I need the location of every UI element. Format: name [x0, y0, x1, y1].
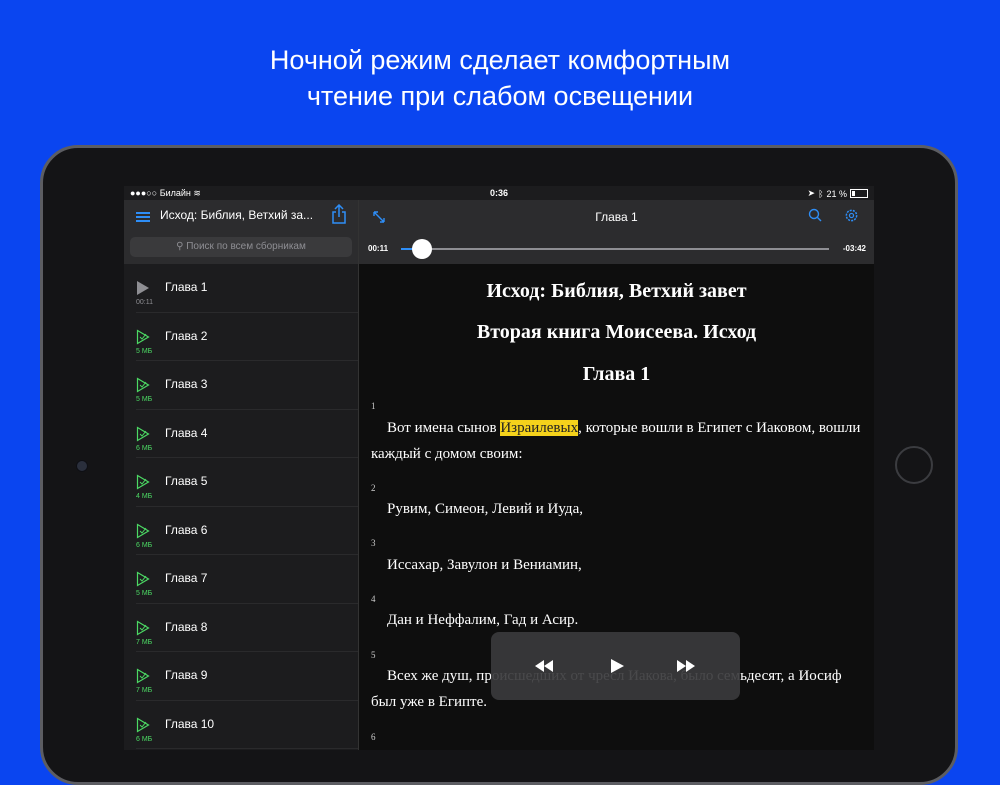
chapter-list: 00:11 Глава 1 5 МБ Глава 2 5 МБ Глава 3 6 МБ Гл… — [124, 264, 358, 749]
play-icon[interactable] — [136, 280, 150, 296]
chapter-meta: 7 МБ — [136, 638, 153, 646]
search-field[interactable]: ⚲ Поиск по всем сборникам — [130, 237, 352, 257]
downloaded-play-icon[interactable] — [136, 474, 150, 490]
clock: 0:36 — [489, 188, 508, 198]
chapter-item[interactable]: 6 МБ Глава 10 — [136, 701, 358, 749]
progress-track[interactable] — [401, 248, 829, 250]
verse-number: 5 — [371, 650, 376, 660]
sidebar-header: Исход: Библия, Ветхий за... ⚲ Поиск по в… — [124, 200, 358, 264]
verse-text: Вот имена сынов Израилевых, которые вошл… — [371, 420, 861, 462]
home-button[interactable] — [895, 446, 933, 484]
book-subheading: Вторая книга Моисеева. Исход — [476, 321, 757, 343]
chapter-label: Глава 6 — [165, 522, 208, 537]
headline-line-1: Ночной режим сделает комфортным — [269, 45, 731, 75]
chapter-item[interactable]: 6 МБ Глава 4 — [136, 410, 358, 458]
chapter-meta: 4 МБ — [136, 493, 153, 500]
chapter-label: Глава 5 — [165, 474, 208, 488]
battery-label: 21 % — [826, 188, 847, 199]
chapter-label: Глава 4 — [165, 425, 208, 440]
verse-text: Рувим, Симеон, Левий и Иуда, — [387, 501, 583, 517]
battery-icon — [850, 189, 868, 198]
chapter-label: Глава 3 — [165, 377, 208, 391]
verse-number: 1 — [371, 401, 376, 411]
remaining-time: -03:42 — [842, 244, 866, 253]
chapter-meta: 00:11 — [136, 299, 153, 306]
chapter-meta: 5 МБ — [136, 590, 153, 597]
chapter-label: Глава 7 — [165, 571, 208, 585]
search-placeholder: Поиск по всем сборникам — [186, 241, 306, 252]
chapter-meta: 6 МБ — [136, 444, 153, 452]
progress-thumb[interactable] — [412, 239, 433, 259]
downloaded-play-icon[interactable] — [136, 619, 150, 636]
chapter-item[interactable]: 5 МБ Глава 3 — [136, 361, 358, 410]
sidebar: Исход: Библия, Ветхий за... ⚲ Поиск по в… — [124, 200, 359, 750]
chapter-meta: 5 МБ — [136, 347, 153, 355]
downloaded-play-icon[interactable] — [136, 377, 150, 393]
book-heading: Исход: Библия, Ветхий завет — [486, 280, 747, 302]
verse-number: 4 — [371, 594, 376, 604]
downloaded-play-icon[interactable] — [136, 328, 150, 345]
bluetooth-icon: ᛒ — [818, 188, 824, 199]
headline-line-2: чтение при слабом освещении — [306, 81, 694, 111]
search-icon[interactable] — [808, 208, 822, 222]
chapter-item[interactable]: 7 МБ Глава 8 — [136, 604, 358, 652]
camera-icon — [76, 460, 88, 472]
location-icon: ➤ — [807, 188, 816, 198]
downloaded-play-icon[interactable] — [136, 522, 150, 539]
chapter-item[interactable]: 5 МБ Глава 2 — [136, 313, 358, 361]
player-toolbar: Глава 1 00:11 -03:42 — [359, 200, 874, 264]
downloaded-play-icon[interactable] — [136, 716, 150, 733]
rewind-icon[interactable] — [533, 658, 555, 674]
chapter-label: Глава 1 — [165, 280, 208, 294]
chapter-label: Глава 10 — [165, 716, 215, 731]
search-field-icon: ⚲ — [176, 241, 184, 252]
verse-number: 6 — [371, 732, 376, 742]
downloaded-play-icon[interactable] — [136, 571, 150, 587]
verse-text: Дан и Неффалим, Гад и Асир. — [387, 612, 579, 628]
fast-forward-icon[interactable] — [675, 658, 697, 674]
chapter-label: Глава 8 — [165, 619, 208, 634]
downloaded-play-icon[interactable] — [136, 425, 150, 442]
chapter-label: Глава 9 — [165, 668, 208, 682]
chapter-meta: 5 МБ — [136, 396, 153, 403]
chapter-item[interactable]: 5 МБ Глава 7 — [136, 555, 358, 604]
verse-text: Иссахар, Завулон и Вениамин, — [387, 557, 582, 573]
promo-headline: Ночной режим сделает комфортным чтение п… — [0, 42, 1000, 114]
verse-number: 2 — [371, 483, 376, 493]
chapter-meta: 6 МБ — [136, 735, 153, 743]
chapter-label: Глава 2 — [165, 328, 208, 343]
chapter-item[interactable]: 4 МБ Глава 5 — [136, 458, 358, 507]
share-icon[interactable] — [331, 204, 347, 224]
collection-title: Исход: Библия, Ветхий за... — [160, 208, 314, 222]
gear-icon[interactable] — [844, 208, 859, 223]
status-bar: ●●●○○ Билайн ≋ 0:36 ➤ ᛒ 21 % — [124, 186, 874, 200]
playback-controls — [491, 632, 740, 700]
elapsed-time: 00:11 — [368, 244, 389, 253]
chapter-item[interactable]: 6 МБ Глава 6 — [136, 507, 358, 555]
chapter-heading: Глава 1 — [582, 363, 651, 385]
chapter-meta: 6 МБ — [136, 541, 153, 549]
play-icon[interactable] — [606, 658, 628, 674]
chapter-title: Глава 1 — [595, 210, 638, 224]
chapter-meta: 7 МБ — [136, 687, 153, 694]
downloaded-play-icon[interactable] — [136, 668, 150, 684]
verse-number: 3 — [371, 538, 376, 548]
chapter-item[interactable]: 7 МБ Глава 9 — [136, 652, 358, 701]
chapter-item[interactable]: 00:11 Глава 1 — [136, 264, 358, 313]
highlighted-word[interactable]: Израилевых — [500, 420, 579, 436]
menu-icon[interactable] — [136, 212, 150, 222]
